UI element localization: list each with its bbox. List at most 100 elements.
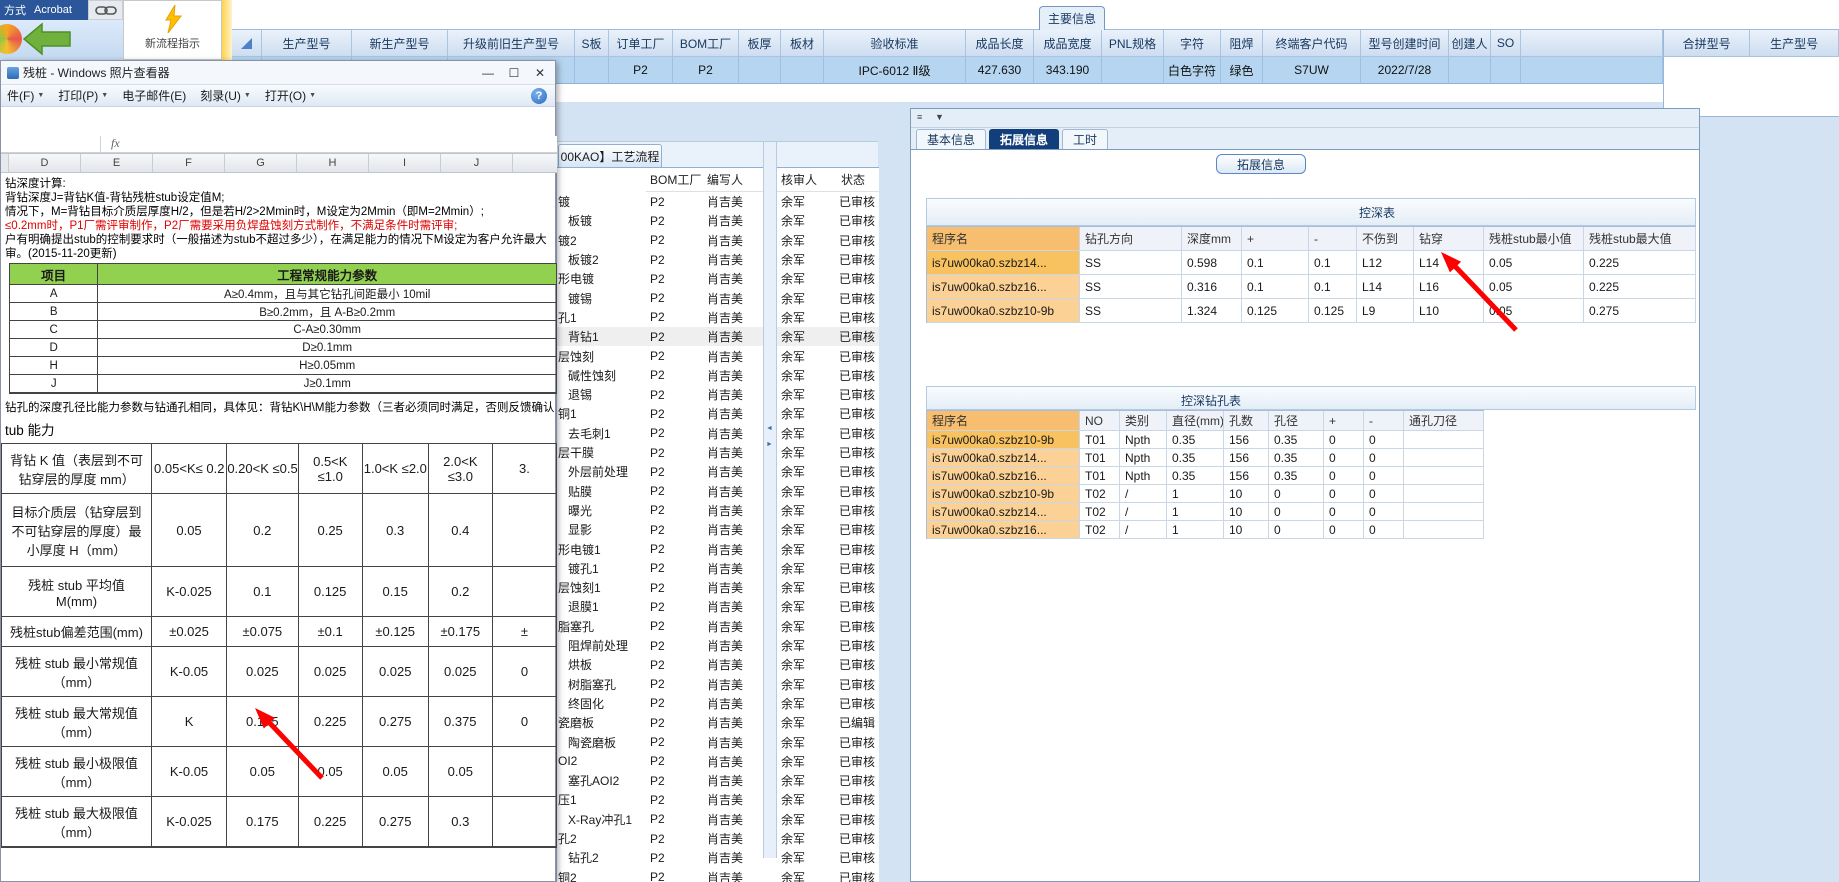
- maximize-button[interactable]: ☐: [501, 63, 527, 83]
- detail-row[interactable]: is7uw00ka0.szbz14... T01 Npth 0.35 156 0.35 0 0: [927, 449, 1484, 467]
- process-row[interactable]: 退膜1 P2 肖吉美 余军 已审核: [557, 597, 879, 616]
- process-writer: 肖吉美: [707, 542, 744, 557]
- process-row[interactable]: 镀2 P2 肖吉美 余军 已审核: [557, 231, 879, 250]
- process-row[interactable]: 显影 P2 肖吉美 余军 已审核: [557, 520, 879, 539]
- menu-item-u[interactable]: 刻录(U) ▼: [200, 87, 251, 104]
- process-row[interactable]: 脂塞孔 P2 肖吉美 余军 已审核: [557, 617, 879, 636]
- tab-基本信息[interactable]: 基本信息: [916, 129, 987, 149]
- process-row[interactable]: 层蚀刻1 P2 肖吉美 余军 已审核: [557, 578, 879, 597]
- process-row[interactable]: OI2 P2 肖吉美 余军 已审核: [557, 752, 879, 771]
- detail-cell: 1.324: [1182, 299, 1242, 323]
- process-row[interactable]: 铜1 P2 肖吉美 余军 已审核: [557, 404, 879, 423]
- detail-row[interactable]: is7uw00ka0.szbz10-9b T02/1 10 0 0 0: [927, 485, 1484, 503]
- process-row[interactable]: 终固化 P2 肖吉美 余军 已审核: [557, 694, 879, 713]
- detail-row[interactable]: is7uw00ka0.szbz10-9b T01 Npth 0.35 156 0.35 0 0: [927, 431, 1484, 449]
- stub-value-cell: 0.175: [227, 797, 299, 847]
- chain-link-icon[interactable]: [94, 4, 117, 17]
- new-flow-panel[interactable]: 新流程指示: [123, 0, 222, 60]
- process-name: 阻焊前处理: [568, 639, 629, 654]
- tab-拓展信息[interactable]: 拓展信息: [989, 129, 1060, 149]
- process-bom: P2: [650, 271, 665, 286]
- process-writer: 肖吉美: [707, 523, 744, 538]
- process-bom: P2: [650, 870, 665, 882]
- process-reviewer: 余军: [781, 639, 806, 654]
- detail-cell: [1404, 431, 1484, 449]
- detail-cell: 1: [1167, 503, 1224, 521]
- process-bom: P2: [650, 657, 665, 672]
- process-row[interactable]: 退锡 P2 肖吉美 余军 已审核: [557, 385, 879, 404]
- process-reviewer: 余军: [781, 214, 806, 229]
- splitter-right-arrow[interactable]: ►: [766, 441, 773, 448]
- tab-process-flow[interactable]: 00KAO】工艺流程: [558, 144, 662, 167]
- mes-col-header: 成品长度: [966, 30, 1034, 57]
- panel-grip-icon[interactable]: ▼: [935, 112, 944, 122]
- process-writer: 肖吉美: [707, 465, 744, 480]
- process-row[interactable]: 碱性蚀刻 P2 肖吉美 余军 已审核: [557, 366, 879, 385]
- minimize-button[interactable]: —: [475, 63, 501, 83]
- process-row[interactable]: 陶瓷磨板 P2 肖吉美 余军 已审核: [557, 732, 879, 751]
- process-row[interactable]: 瓷磨板 P2 肖吉美 余军 已编辑: [557, 713, 879, 732]
- menu-item-o[interactable]: 打开(O) ▼: [265, 87, 316, 104]
- process-row[interactable]: 外层前处理 P2 肖吉美 余军 已审核: [557, 462, 879, 481]
- process-bom: P2: [650, 715, 665, 730]
- tab-main-info[interactable]: 主要信息: [1039, 6, 1105, 30]
- detail-row[interactable]: is7uw00ka0.szbz10-9b SS 1.324 0.125 0.125 L9 L…: [927, 299, 1696, 323]
- back-arrow-icon[interactable]: [22, 22, 72, 56]
- photo-content: 钻深度计算: 背钻深度J=背钻K值-背钻残桩stub设定值M; 情况下，M=背钻目…: [1, 61, 557, 882]
- tab-工时[interactable]: 工时: [1062, 129, 1109, 149]
- mes-row-cell: P2: [609, 57, 673, 84]
- ribbon-tab-acrobat[interactable]: Acrobat: [34, 4, 72, 16]
- menu-item-f[interactable]: 件(F) ▼: [7, 87, 44, 104]
- process-row[interactable]: 形电镀 P2 肖吉美 余军 已审核: [557, 269, 879, 288]
- process-row[interactable]: 孔2 P2 肖吉美 余军 已审核: [557, 829, 879, 848]
- process-row[interactable]: 板镀2 P2 肖吉美 余军 已审核: [557, 250, 879, 269]
- close-button[interactable]: ✕: [527, 63, 553, 83]
- process-row[interactable]: 贴膜 P2 肖吉美 余军 已审核: [557, 482, 879, 501]
- process-row[interactable]: 去毛刺1 P2 肖吉美 余军 已审核: [557, 424, 879, 443]
- process-reviewer: 余军: [781, 503, 806, 518]
- capability-value-cell: D≥0.1mm: [98, 339, 557, 357]
- process-row[interactable]: 形电镀1 P2 肖吉美 余军 已审核: [557, 539, 879, 558]
- process-row[interactable]: 压1 P2 肖吉美 余军 已审核: [557, 790, 879, 809]
- detail-panel-grip-strip[interactable]: ≡ ▼: [911, 109, 1699, 128]
- process-row[interactable]: 烘板 P2 肖吉美 余军 已审核: [557, 655, 879, 674]
- process-row[interactable]: 板镀 P2 肖吉美 余军 已审核: [557, 211, 879, 230]
- help-icon[interactable]: ?: [531, 88, 547, 104]
- panel-grip-icon[interactable]: ≡: [917, 112, 922, 122]
- process-row[interactable]: 塞孔AOI2 P2 肖吉美 余军 已审核: [557, 771, 879, 790]
- process-row[interactable]: 背钻1 P2 肖吉美 余军 已审核: [557, 327, 879, 347]
- splitter-left-arrow[interactable]: ◄: [766, 425, 773, 432]
- process-row[interactable]: 孔1 P2 肖吉美 余军 已审核: [557, 308, 879, 327]
- process-row[interactable]: X-Ray冲孔1 P2 肖吉美 余军 已审核: [557, 810, 879, 829]
- menu-item-e[interactable]: 电子邮件(E): [122, 87, 186, 104]
- ribbon-tab-mode[interactable]: 方式: [4, 2, 26, 18]
- sheet-col-header: I: [369, 154, 441, 172]
- detail-row[interactable]: is7uw00ka0.szbz14... T02/1 10 0 0 0: [927, 503, 1484, 521]
- process-reviewer: 余军: [781, 812, 806, 827]
- capability-value-cell: C-A≥0.30mm: [98, 321, 557, 339]
- photo-viewer-titlebar[interactable]: 残桩 - Windows 照片查看器 — ☐ ✕: [1, 61, 555, 85]
- detail-row[interactable]: is7uw00ka0.szbz16... T02/1 10 0 0 0: [927, 521, 1484, 539]
- process-row[interactable]: 阻焊前处理 P2 肖吉美 余军 已审核: [557, 636, 879, 655]
- process-row[interactable]: 镀孔1 P2 肖吉美 余军 已审核: [557, 559, 879, 578]
- detail-row[interactable]: is7uw00ka0.szbz16... T01 Npth 0.35 156 0.35 0 0: [927, 467, 1484, 485]
- process-row[interactable]: 镀锡 P2 肖吉美 余军 已审核: [557, 289, 879, 308]
- detail-col-header: +: [1324, 411, 1364, 431]
- detail-row[interactable]: is7uw00ka0.szbz16... SS 0.316 0.1 0.1 L14 L16 0…: [927, 275, 1696, 299]
- menu-item-p[interactable]: 打印(P) ▼: [58, 87, 108, 104]
- process-bom: P2: [650, 754, 665, 769]
- process-row[interactable]: 铜2 P2 肖吉美 余军 已审核: [557, 868, 879, 882]
- process-row[interactable]: 树脂塞孔 P2 肖吉美 余军 已审核: [557, 675, 879, 694]
- process-row[interactable]: 曝光 P2 肖吉美 余军 已审核: [557, 501, 879, 520]
- process-row[interactable]: 钻孔2 P2 肖吉美 余军 已审核: [557, 848, 879, 867]
- capability-row: H H≥0.05mm: [10, 357, 557, 375]
- process-row[interactable]: 层蚀刻 P2 肖吉美 余军 已审核: [557, 346, 879, 365]
- process-row[interactable]: 镀 P2 肖吉美 余军 已审核: [557, 192, 879, 211]
- process-grid-splitter[interactable]: ◄ ►: [763, 142, 777, 858]
- detail-row[interactable]: is7uw00ka0.szbz14... SS 0.598 0.1 0.1 L12 L14 0…: [927, 251, 1696, 275]
- stub-col-header: 0.05<K≤ 0.2: [152, 444, 228, 494]
- process-bom: P2: [650, 850, 665, 865]
- extended-info-pill[interactable]: 拓展信息: [1216, 154, 1306, 174]
- process-row[interactable]: 层干膜 P2 肖吉美 余军 已审核: [557, 443, 879, 462]
- process-writer: 肖吉美: [707, 426, 744, 441]
